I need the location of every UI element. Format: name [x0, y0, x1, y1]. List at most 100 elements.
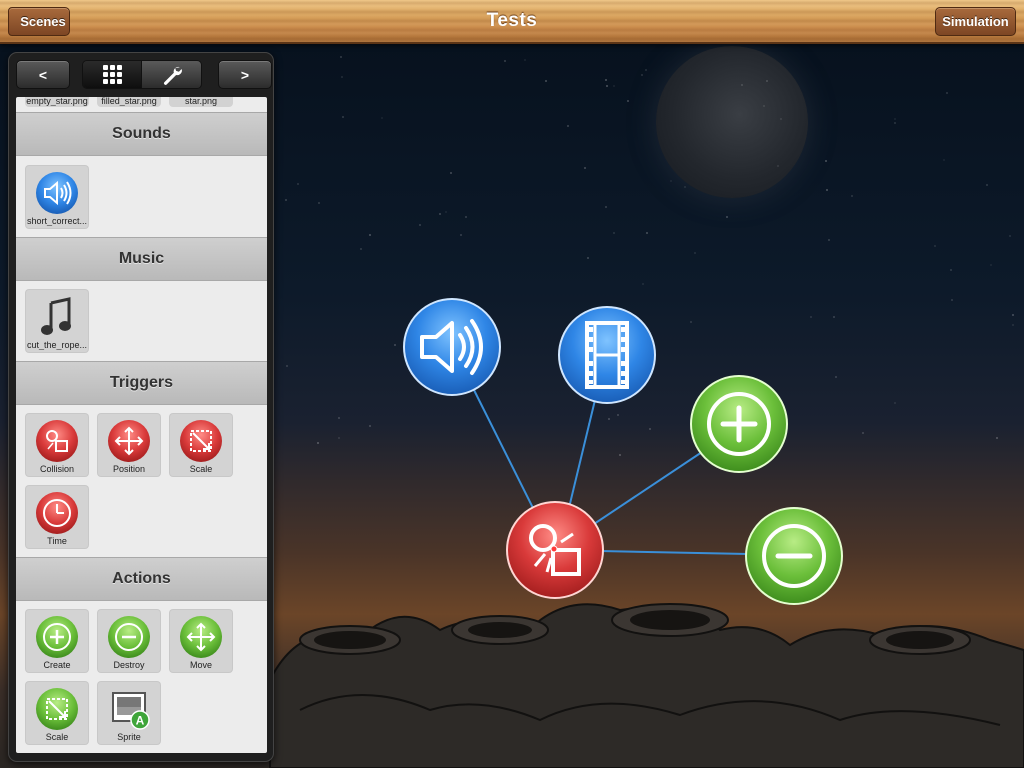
clock-icon — [36, 492, 78, 534]
sound-tile[interactable]: short_correct... — [25, 165, 89, 229]
plus-icon — [36, 616, 78, 658]
star-dot — [587, 257, 589, 259]
section-header-actions: Actions — [16, 557, 267, 601]
trigger-collision-tile[interactable]: Collision — [25, 413, 89, 477]
trigger-tile-label: Scale — [189, 464, 213, 474]
star-dot — [826, 189, 828, 191]
sprite-icon: A — [112, 692, 150, 730]
star-dot — [741, 84, 743, 86]
star-dot — [1012, 314, 1014, 316]
trigger-scale-tile[interactable]: Scale — [169, 413, 233, 477]
trigger-tile-label: Time — [47, 536, 67, 546]
star-dot — [369, 234, 371, 236]
star-dot — [524, 59, 526, 61]
scale-icon — [180, 420, 222, 462]
star-dot — [835, 376, 837, 378]
star-dot — [894, 118, 896, 120]
collision-trigger-node[interactable] — [505, 500, 605, 600]
library-list[interactable]: empty_star.png filled_star.png star.png … — [16, 97, 267, 753]
star-dot — [646, 232, 648, 234]
speaker-icon — [403, 298, 501, 396]
star-dot — [338, 437, 340, 439]
music-tile-label: cut_the_rope... — [26, 340, 88, 350]
next-button[interactable]: > — [218, 60, 272, 89]
simulation-button[interactable]: Simulation — [935, 7, 1016, 36]
tab-tools[interactable] — [142, 61, 201, 88]
star-dot — [649, 428, 651, 430]
star-dot — [627, 100, 629, 102]
action-sprite-tile[interactable]: A Sprite — [97, 681, 161, 745]
speaker-node[interactable] — [402, 297, 502, 397]
section-header-sounds: Sounds — [16, 112, 267, 156]
star-dot — [726, 216, 728, 218]
grid-icon — [102, 65, 122, 84]
action-move-tile[interactable]: Move — [169, 609, 233, 673]
star-dot — [340, 56, 342, 58]
move-arrows-icon — [108, 420, 150, 462]
star-dot — [894, 122, 896, 124]
star-dot — [419, 224, 421, 226]
music-tile[interactable]: cut_the_rope... — [25, 289, 89, 353]
star-dot — [810, 316, 812, 318]
scenes-back-button[interactable]: Scenes — [8, 7, 70, 36]
star-dot — [996, 437, 998, 439]
page-title: Tests — [486, 10, 538, 31]
trigger-time-tile[interactable]: Time — [25, 485, 89, 549]
star-dot — [613, 232, 615, 234]
star-dot — [297, 183, 299, 185]
action-tile-label: Move — [189, 660, 212, 670]
minus-icon — [108, 616, 150, 658]
collision-icon — [36, 420, 78, 462]
previous-button[interactable]: < — [16, 60, 70, 89]
star-dot — [684, 186, 686, 188]
panel-tab-switcher — [82, 60, 202, 89]
star-dot — [439, 213, 441, 215]
star-dot — [943, 159, 945, 161]
section-header-music: Music — [16, 237, 267, 281]
star-dot — [1009, 235, 1011, 237]
move-arrows-icon — [180, 616, 222, 658]
star-dot — [450, 172, 452, 174]
create-action-node[interactable] — [689, 374, 789, 474]
action-destroy-tile[interactable]: Destroy — [97, 609, 161, 673]
action-create-tile[interactable]: Create — [25, 609, 89, 673]
star-dot — [825, 160, 827, 162]
wrench-icon — [163, 66, 182, 85]
star-dot — [851, 195, 853, 197]
image-tile-label: filled_star.png — [101, 97, 157, 106]
star-dot — [360, 248, 362, 250]
star-dot — [828, 239, 830, 241]
collision-icon — [506, 501, 604, 599]
star-dot — [369, 425, 371, 427]
trigger-position-tile[interactable]: Position — [97, 413, 161, 477]
panel-toolbar: < > — [9, 53, 273, 97]
star-dot — [950, 269, 952, 271]
star-dot — [613, 85, 615, 87]
music-note-icon — [41, 297, 71, 335]
star-dot — [619, 454, 621, 456]
star-dot — [946, 92, 948, 94]
star-dot — [645, 69, 647, 71]
star-dot — [690, 321, 692, 323]
star-dot — [1012, 324, 1014, 326]
star-dot — [584, 167, 586, 169]
star-dot — [286, 365, 288, 367]
star-dot — [285, 199, 287, 201]
star-dot — [780, 118, 782, 120]
star-dot — [951, 299, 953, 301]
action-scale-tile[interactable]: Scale — [25, 681, 89, 745]
film-node[interactable] — [557, 305, 657, 405]
star-dot — [588, 423, 590, 425]
svg-text:A: A — [136, 714, 145, 728]
star-dot — [766, 80, 768, 82]
minus-icon — [745, 507, 843, 605]
star-dot — [617, 414, 619, 416]
star-dot — [381, 117, 383, 119]
trigger-tile-label: Collision — [39, 464, 74, 474]
tab-library-grid[interactable] — [83, 61, 143, 88]
star-dot — [318, 202, 320, 204]
trigger-tile-label: Position — [112, 464, 146, 474]
destroy-action-node[interactable] — [744, 506, 844, 606]
star-dot — [460, 234, 462, 236]
star-dot — [894, 402, 896, 404]
